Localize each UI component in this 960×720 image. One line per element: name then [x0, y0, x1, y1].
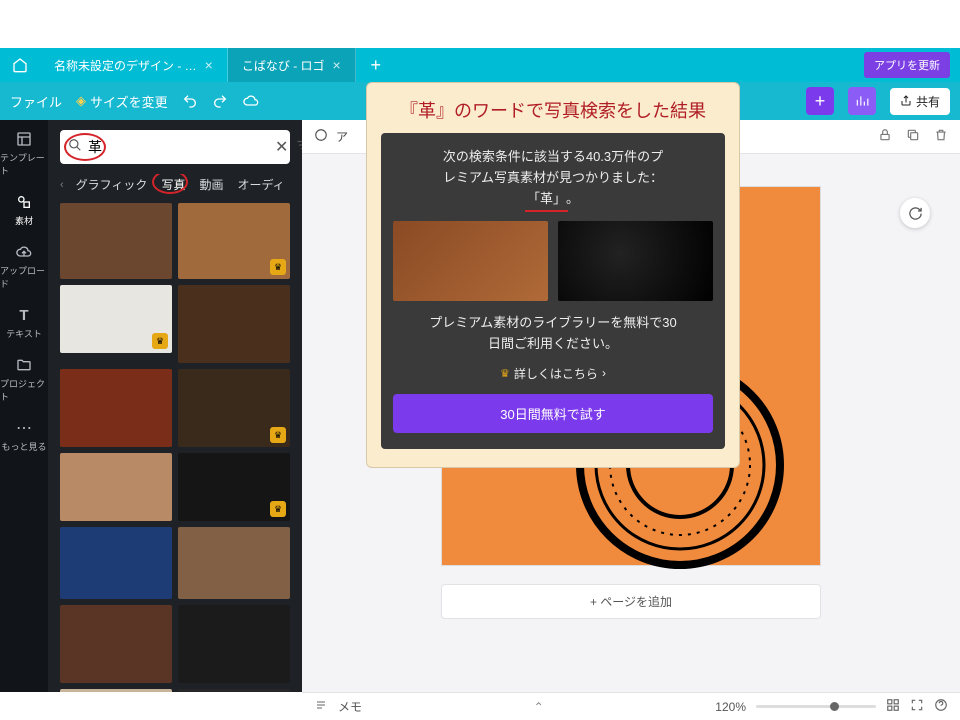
help-icon[interactable]: [934, 698, 948, 715]
cat-photo[interactable]: 写真: [159, 174, 187, 195]
redo-button[interactable]: [212, 93, 228, 109]
tab-kobanavi[interactable]: こばなび - ロゴ ×: [228, 48, 356, 82]
trash-icon[interactable]: [934, 128, 948, 145]
photo-thumb[interactable]: [60, 369, 172, 447]
lock-icon[interactable]: [878, 128, 892, 145]
clear-icon[interactable]: ✕: [275, 137, 288, 157]
promo-thumb-black-leather: [558, 221, 713, 301]
photo-thumb[interactable]: [60, 605, 172, 683]
search-input-wrap: ✕: [60, 130, 290, 164]
photo-thumb[interactable]: [60, 203, 172, 279]
filter-icon[interactable]: [294, 138, 302, 157]
chevron-left-icon[interactable]: ‹: [60, 179, 64, 191]
rail-text[interactable]: T テキスト: [0, 298, 48, 348]
callout-title: 『革』のワードで写真検索をした結果: [381, 97, 725, 123]
upload-icon: [14, 243, 34, 261]
cat-audio[interactable]: オーディ: [235, 174, 286, 195]
annotation-callout: 『革』のワードで写真検索をした結果 次の検索条件に該当する40.3万件のプ レミ…: [366, 82, 740, 468]
category-tabs: ‹ グラフィック 写真 動画 オーディ ›: [60, 174, 290, 195]
crown-icon: ♛: [270, 259, 286, 275]
update-app-button[interactable]: アプリを更新: [864, 52, 950, 78]
add-page-button[interactable]: + ページを追加: [441, 584, 821, 619]
new-tab-button[interactable]: +: [356, 48, 396, 82]
fullscreen-icon[interactable]: [910, 698, 924, 715]
photo-grid: ♛ ♛ ♛ ♛: [60, 203, 290, 692]
edit-icon[interactable]: [314, 128, 328, 145]
side-rail: テンプレート 素材 アップロード T テキスト プロジェクト ⋯ もっと見る: [0, 120, 48, 692]
memo-label[interactable]: メモ: [338, 698, 362, 715]
photo-thumb[interactable]: ♛: [178, 369, 290, 447]
photo-thumb[interactable]: [60, 527, 172, 599]
promo-thumb-leather: [393, 221, 548, 301]
crown-icon: ♛: [500, 367, 510, 380]
tool-label: ア: [336, 128, 348, 145]
photo-thumb[interactable]: [178, 285, 290, 363]
tab-untitled[interactable]: 名称未設定のデザイン - … ×: [40, 48, 228, 82]
bottom-bar: メモ ⌃ 120%: [302, 692, 960, 720]
share-button[interactable]: 共有: [890, 88, 950, 115]
elements-icon: [14, 193, 34, 211]
elements-panel: ✕ ‹ グラフィック 写真 動画 オーディ › ♛ ♛ ♛ ♛: [48, 120, 302, 692]
promo-cta-button[interactable]: 30日間無料で試す: [393, 394, 713, 433]
promo-subtext: プレミアム素材のライブラリーを無料で30 日間ご利用ください。: [393, 313, 713, 355]
crown-icon: ♛: [270, 427, 286, 443]
search-input[interactable]: [88, 139, 269, 155]
rail-templates[interactable]: テンプレート: [0, 122, 48, 185]
memo-icon[interactable]: [314, 699, 328, 714]
folder-icon: [14, 356, 34, 374]
cloud-sync-icon[interactable]: [242, 93, 260, 109]
rail-more[interactable]: ⋯ もっと見る: [0, 411, 48, 461]
search-icon: [68, 138, 82, 157]
zoom-slider[interactable]: [756, 705, 876, 708]
cat-graphic[interactable]: グラフィック: [74, 174, 150, 195]
resize-button[interactable]: ◈サイズを変更: [76, 92, 168, 111]
analytics-button[interactable]: [848, 87, 876, 115]
close-icon[interactable]: ×: [333, 57, 341, 73]
add-button[interactable]: +: [806, 87, 834, 115]
photo-thumb[interactable]: [178, 689, 290, 692]
crown-icon: ♛: [270, 501, 286, 517]
zoom-value[interactable]: 120%: [715, 700, 746, 714]
close-icon[interactable]: ×: [205, 57, 213, 73]
photo-thumb[interactable]: ♛: [178, 203, 290, 279]
tab-bar: 名称未設定のデザイン - … × こばなび - ロゴ × + アプリを更新: [0, 48, 960, 82]
template-icon: [14, 130, 34, 148]
cat-video[interactable]: 動画: [197, 174, 225, 195]
promo-heading: 次の検索条件に該当する40.3万件のプ レミアム写真素材が見つかりました： 「革…: [393, 147, 713, 209]
crown-icon: ♛: [152, 333, 168, 349]
home-button[interactable]: [0, 48, 40, 82]
text-icon: T: [14, 306, 34, 324]
rail-projects[interactable]: プロジェクト: [0, 348, 48, 411]
promo-learn-more[interactable]: ♛ 詳しくはこちら ›: [393, 365, 713, 382]
copy-icon[interactable]: [906, 128, 920, 145]
premium-promo: 次の検索条件に該当する40.3万件のプ レミアム写真素材が見つかりました： 「革…: [381, 133, 725, 449]
tab-label: こばなび - ロゴ: [242, 57, 325, 74]
rail-elements[interactable]: 素材: [0, 185, 48, 235]
photo-thumb[interactable]: [178, 605, 290, 683]
photo-thumb[interactable]: [60, 689, 172, 692]
grid-view-icon[interactable]: [886, 698, 900, 715]
chevron-up-icon[interactable]: ⌃: [534, 700, 544, 714]
more-icon: ⋯: [14, 419, 34, 437]
photo-thumb[interactable]: [60, 453, 172, 521]
photo-thumb[interactable]: [178, 527, 290, 599]
tab-label: 名称未設定のデザイン - …: [54, 57, 197, 74]
file-menu[interactable]: ファイル: [10, 92, 62, 111]
photo-thumb[interactable]: ♛: [60, 285, 172, 353]
reload-button[interactable]: [900, 198, 930, 228]
rail-upload[interactable]: アップロード: [0, 235, 48, 298]
photo-thumb[interactable]: ♛: [178, 453, 290, 521]
undo-button[interactable]: [182, 93, 198, 109]
